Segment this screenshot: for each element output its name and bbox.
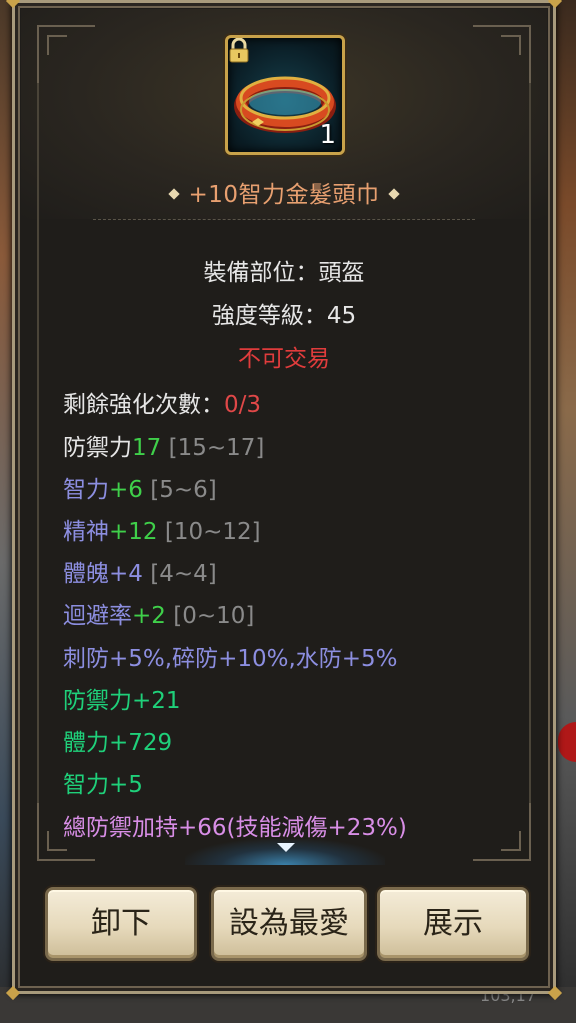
intelligence-range: [5~6] — [150, 477, 217, 503]
evasion-line: 迴避率+2 [0~10] — [63, 596, 254, 630]
physique-value: +4 — [109, 561, 143, 587]
unequip-button[interactable]: 卸下 — [45, 887, 197, 961]
item-name: +10智力金髮頭巾 — [15, 175, 553, 209]
resistance-line: 刺防+5%,碎防+10%,水防+5% — [63, 646, 398, 672]
diamond-ornament-icon — [168, 187, 181, 200]
showcase-button[interactable]: 展示 — [377, 887, 529, 961]
item-name-text: +10智力金髮頭巾 — [188, 182, 380, 208]
trade-status-text: 不可交易 — [238, 346, 330, 372]
item-icon-slot[interactable]: 1 — [225, 35, 345, 155]
intelligence-value: +6 — [109, 477, 143, 503]
spirit-label: 精神 — [63, 519, 109, 545]
intelligence-label: 智力 — [63, 477, 109, 503]
stack-count: 1 — [319, 120, 336, 150]
defense-value: 17 — [132, 435, 162, 461]
bonus-intelligence-line: 智力+5 — [63, 772, 143, 798]
enhance-label: 剩餘強化次數： — [63, 392, 224, 418]
lock-icon — [229, 38, 249, 63]
set-favorite-button[interactable]: 設為最愛 — [211, 887, 367, 961]
item-tooltip-panel: 1 +10智力金髮頭巾 裝備部位：頭盔 強度等級：45 不可交易 剩餘強化次數：… — [5, 0, 563, 1001]
frame-corner-top-left — [37, 25, 95, 83]
scroll-down-arrow-icon[interactable] — [275, 841, 297, 855]
divider — [93, 219, 475, 220]
diamond-ornament-icon — [387, 187, 400, 200]
physique-range: [4~4] — [150, 561, 217, 587]
spirit-range: [10~12] — [164, 519, 261, 545]
background-right-strip — [554, 0, 576, 1023]
strength-level-text: 強度等級：45 — [211, 303, 357, 329]
physique-label: 體魄 — [63, 561, 109, 587]
evasion-range: [0~10] — [173, 603, 255, 629]
physique-line: 體魄+4 [4~4] — [63, 554, 217, 588]
total-defense-line: 總防禦加持+66(技能減傷+23%) — [63, 815, 407, 841]
defense-range: [15~17] — [168, 435, 265, 461]
bonus-defense-line: 防禦力+21 — [63, 688, 181, 714]
enhance-value: 0/3 — [224, 392, 262, 418]
defense-line: 防禦力17 [15~17] — [63, 428, 264, 462]
spirit-line: 精神+12 [10~12] — [63, 512, 261, 546]
intelligence-line: 智力+6 [5~6] — [63, 470, 217, 504]
bonus-hp-line: 體力+729 — [63, 730, 173, 756]
evasion-label: 迴避率 — [63, 603, 132, 629]
equip-slot-text: 裝備部位：頭盔 — [203, 260, 365, 286]
frame-corner-top-right — [473, 25, 531, 83]
frame-corner-bottom-right — [473, 803, 531, 861]
defense-label: 防禦力 — [63, 435, 132, 461]
enhance-count-line: 剩餘強化次數：0/3 — [63, 385, 261, 419]
spirit-value: +12 — [109, 519, 158, 545]
evasion-value: +2 — [132, 603, 166, 629]
